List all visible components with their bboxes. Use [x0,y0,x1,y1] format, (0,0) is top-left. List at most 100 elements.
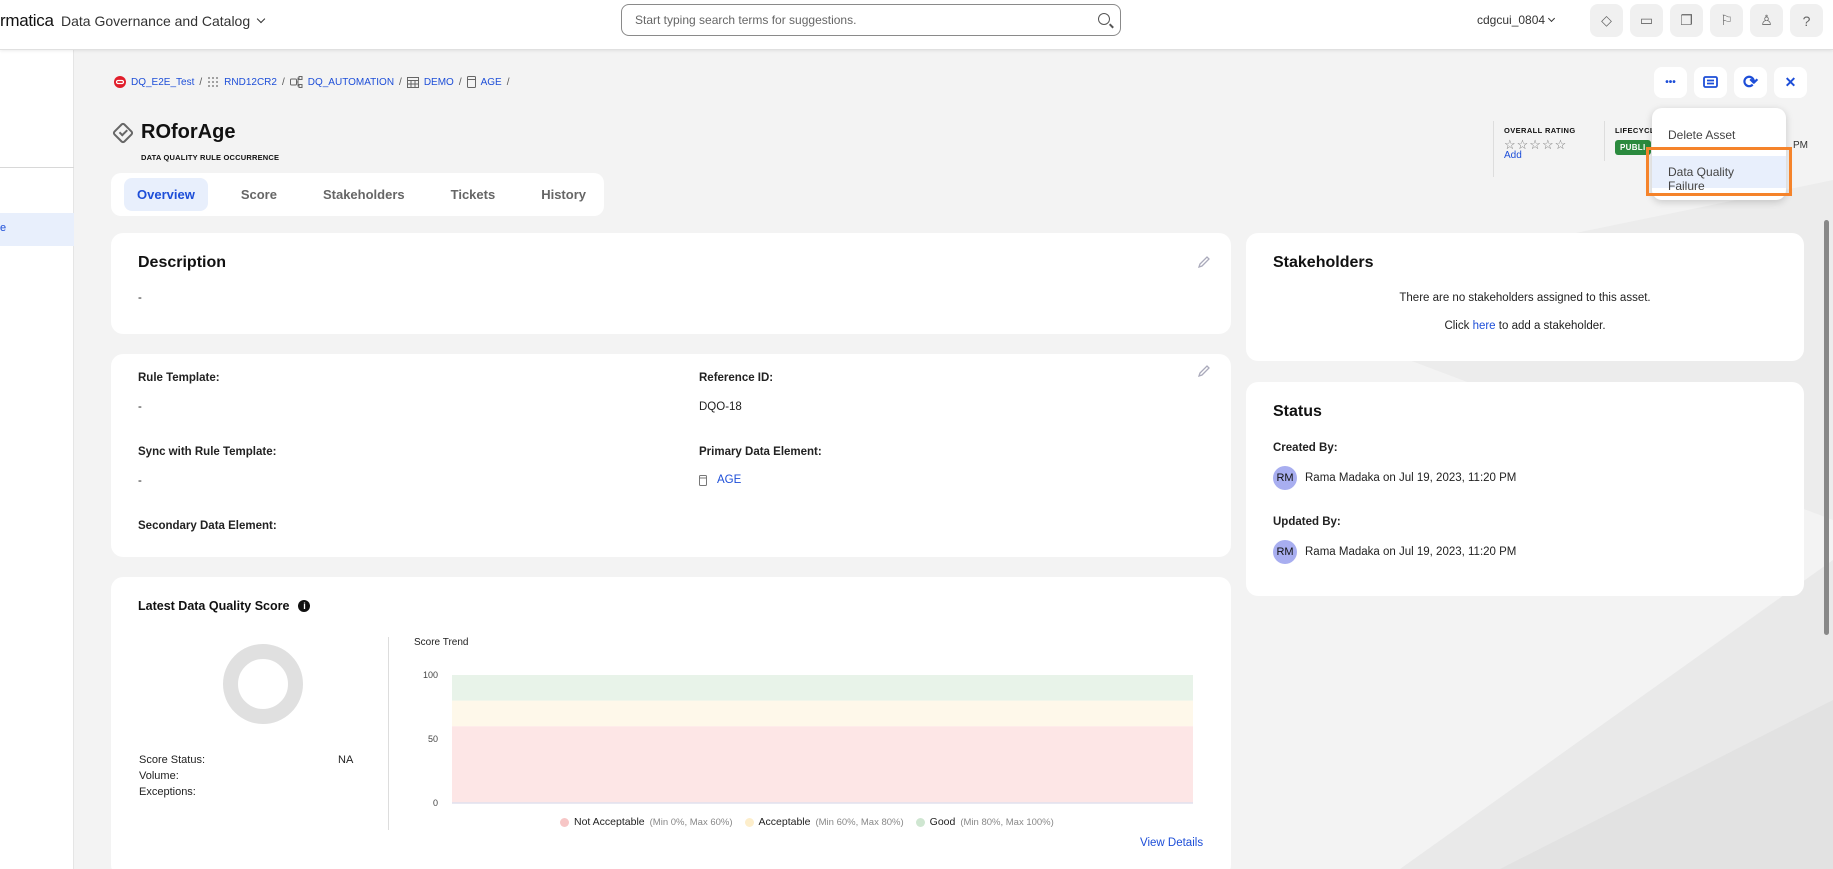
inbox-icon[interactable]: ▭ [1630,4,1663,37]
description-title: Description [138,254,227,271]
score-trend-chart: 0 50 100 [423,670,1193,808]
legend-dot [560,817,569,827]
add-stakeholder-line: Click here to add a stakeholder. [1444,320,1606,332]
legend-item-good: Good (Min 80%, Max 100%) [915,816,1054,828]
top-bar: rmatica Data Governance and Catalog cdgc… [0,0,1833,50]
band-good [452,675,1193,701]
score-status-label: Score Status: [139,754,206,766]
breadcrumb-item[interactable]: AGE [466,76,502,88]
reference-id-value: DQO-18 [699,401,742,413]
legend-dot [915,817,925,827]
comment-icon [1703,75,1718,88]
menu-item-delete-asset[interactable]: Delete Asset [1652,122,1786,154]
breadcrumb-item[interactable]: DQ_E2E_Test [114,76,194,88]
avatar[interactable]: RM [1273,466,1297,490]
secondary-data-element-label: Secondary Data Element: [138,520,277,532]
rule-template-label: Rule Template: [138,372,220,384]
view-details-link[interactable]: View Details [1140,837,1203,849]
y-tick-label: 100 [423,670,438,680]
created-by: RM Rama Madaka on Jul 19, 2023, 11:20 PM [1273,466,1516,490]
breadcrumb-item[interactable]: DQ_AUTOMATION [289,76,394,88]
breadcrumb-item[interactable]: RND12CR2 [207,76,277,88]
more-actions-button[interactable]: ••• [1654,67,1687,98]
description-value: - [138,292,142,304]
menu-item-data-quality-failure[interactable]: Data Quality Failure [1652,156,1786,193]
status-title: Status [1273,403,1322,420]
username: cdgcui_0804 [1477,13,1546,27]
comment-button[interactable] [1694,67,1727,98]
breadcrumb: DQ_E2E_Test / RND12CR2 / DQ_AUTOMATION /… [114,76,510,88]
refresh-button[interactable]: ⟳ [1734,67,1767,98]
primary-data-element-label: Primary Data Element: [699,446,822,458]
nav-item-active[interactable]: e [0,213,74,246]
rule-occurrence-icon [111,121,135,144]
help-icon[interactable]: ? [1790,4,1823,37]
oracle-icon [114,76,126,88]
ticket-icon[interactable]: ◇ [1590,4,1623,37]
tab-stakeholders[interactable]: Stakeholders [310,178,418,211]
score-header: Latest Data Quality Score i [138,599,311,613]
score-donut [223,644,303,724]
asset-type-label: DATA QUALITY RULE OCCURRENCE [141,153,280,162]
copy-icon[interactable]: ❐ [1670,4,1703,37]
close-button[interactable]: ✕ [1774,67,1807,98]
rating-label: OVERALL RATING [1504,126,1576,135]
no-stakeholders-text: There are no stakeholders assigned to th… [1399,292,1651,304]
rule-template-value: - [138,401,142,413]
chevron-down-icon [256,14,266,24]
top-icon-group: ◇ ▭ ❐ ⚐ ♙ ? [1590,4,1823,37]
tab-tickets[interactable]: Tickets [438,178,509,211]
chart-legend: Not Acceptable (Min 0%, Max 60%) Accepta… [560,816,1054,828]
band-not-acceptable [452,726,1193,803]
band-acceptable [452,700,1193,727]
scrollbar[interactable] [1824,220,1829,635]
grid-dots-icon [208,77,219,87]
primary-data-element: AGE [699,474,741,486]
score-divider [388,637,389,830]
tab-history[interactable]: History [528,178,599,211]
chart-title: Score Trend [414,637,469,648]
partial-timestamp: PM [1793,140,1808,151]
page-title: ROforAge [141,121,236,143]
edit-description-icon[interactable] [1197,255,1211,269]
sync-rule-template-value: - [138,475,142,487]
header-actions: ••• ⟳ ✕ [1654,67,1807,98]
user-menu[interactable]: cdgcui_0804 [1477,13,1556,27]
app-switcher[interactable]: Data Governance and Catalog [61,13,266,29]
updated-by-label: Updated By: [1273,516,1341,528]
created-by-text: Rama Madaka on Jul 19, 2023, 11:20 PM [1305,472,1517,484]
search-box [621,4,1121,36]
updated-by: RM Rama Madaka on Jul 19, 2023, 11:20 PM [1273,540,1516,564]
search-input[interactable] [622,5,1062,35]
exceptions-label: Exceptions: [139,786,196,798]
chevron-down-icon [1548,14,1556,22]
tab-score[interactable]: Score [228,178,290,211]
avatar[interactable]: RM [1273,540,1297,564]
legend-item-acceptable: Acceptable (Min 60%, Max 80%) [744,816,904,828]
app-name: Data Governance and Catalog [61,13,251,29]
breadcrumb-item[interactable]: DEMO [406,76,454,88]
edit-details-icon[interactable] [1197,364,1211,378]
primary-data-element-link[interactable]: AGE [717,474,741,486]
score-title: Latest Data Quality Score [138,599,290,613]
add-stakeholder-link[interactable]: here [1473,320,1496,332]
info-icon[interactable]: i [298,600,311,612]
user-icon[interactable]: ♙ [1750,4,1783,37]
legend-dot [744,817,754,827]
flag-icon[interactable]: ⚐ [1710,4,1743,37]
sync-rule-template-label: Sync with Rule Template: [138,446,277,458]
search-icon[interactable] [1098,13,1110,25]
status-card: Status Created By: RM Rama Madaka on Jul… [1246,382,1804,596]
lifecycle-label: LIFECYCL [1615,126,1655,135]
tab-bar: Overview Score Stakeholders Tickets Hist… [111,173,604,216]
y-tick-label: 50 [428,734,438,744]
brand-logo[interactable]: rmatica [0,11,54,31]
schema-icon [289,76,303,88]
tab-overview[interactable]: Overview [124,178,208,211]
table-icon [406,76,419,88]
legend-item-not-acceptable: Not Acceptable (Min 0%, Max 60%) [560,816,733,828]
stakeholders-card: Stakeholders There are no stakeholders a… [1246,233,1804,361]
details-card: Rule Template: - Sync with Rule Template… [111,354,1231,557]
updated-by-text: Rama Madaka on Jul 19, 2023, 11:20 PM [1305,546,1517,558]
left-nav: e [0,50,74,869]
